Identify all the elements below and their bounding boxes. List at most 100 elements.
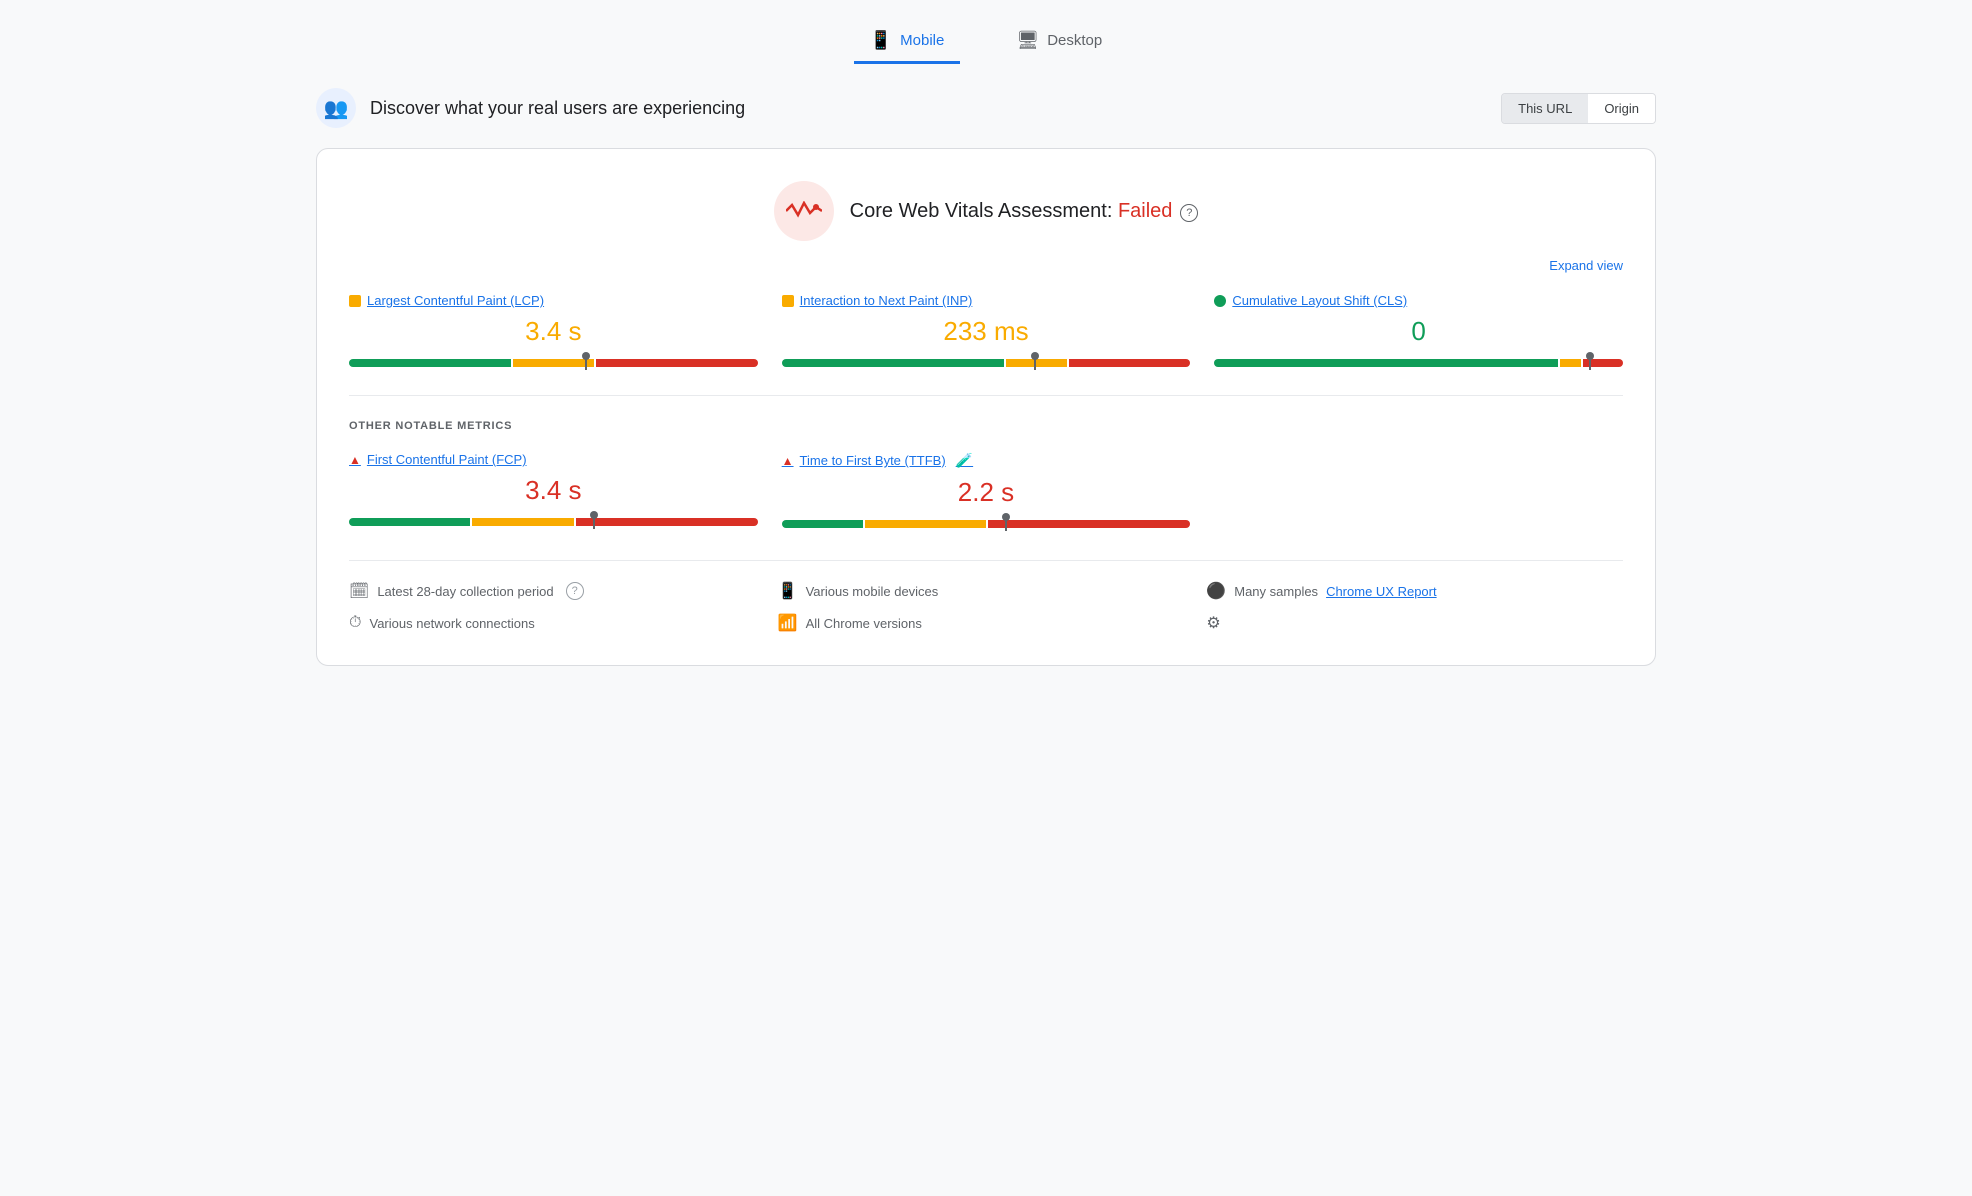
expand-view: Expand view <box>349 257 1623 273</box>
timer-icon: ⏱ <box>349 614 361 632</box>
chrome-ux-report-link[interactable]: Chrome UX Report <box>1326 584 1437 599</box>
metric-ttfb-label[interactable]: ▲ Time to First Byte (TTFB) 🧪 <box>782 452 1191 469</box>
collection-help-icon[interactable]: ? <box>566 582 584 600</box>
cls-bar <box>1214 359 1623 367</box>
flask-icon: 🧪 <box>956 452 973 469</box>
assessment-help-icon[interactable]: ? <box>1180 204 1198 222</box>
footer-samples-text: Many samples <box>1234 584 1318 599</box>
footer-mobile-text: Various mobile devices <box>806 584 939 599</box>
lcp-green <box>349 359 511 367</box>
fcp-track <box>349 518 758 526</box>
inp-red <box>1069 359 1190 367</box>
metric-inp-label[interactable]: Interaction to Next Paint (INP) <box>782 293 1191 308</box>
inp-bar <box>782 359 1191 367</box>
metric-cls-label[interactable]: Cumulative Layout Shift (CLS) <box>1214 293 1623 308</box>
other-metrics-grid: ▲ First Contentful Paint (FCP) 3.4 s ▲ <box>349 452 1623 528</box>
network-icon: 📶 <box>778 613 798 633</box>
ttfb-red <box>988 520 1190 528</box>
tab-bar: 📱 Mobile 🖥 Desktop <box>316 20 1656 64</box>
footer-collection-text: Latest 28-day collection period <box>377 584 553 599</box>
mobile-icon: 📱 <box>870 30 892 51</box>
expand-link[interactable]: Expand view <box>1549 258 1623 273</box>
fcp-marker <box>593 515 595 529</box>
assessment-icon <box>774 181 834 241</box>
cls-green <box>1214 359 1558 367</box>
metric-ttfb: ▲ Time to First Byte (TTFB) 🧪 2.2 s <box>782 452 1191 528</box>
url-toggle: This URL Origin <box>1501 93 1656 124</box>
avatar: 👥 <box>316 88 356 128</box>
cls-marker <box>1589 356 1591 370</box>
mobile-devices-icon: 📱 <box>778 581 798 601</box>
metric-inp: Interaction to Next Paint (INP) 233 ms <box>782 293 1191 367</box>
section-divider <box>349 395 1623 396</box>
lcp-orange <box>513 359 594 367</box>
footer-samples: ⚫ Many samples Chrome UX Report <box>1206 581 1623 601</box>
tab-mobile-label: Mobile <box>900 32 944 49</box>
other-metrics-empty <box>1214 452 1623 528</box>
assessment-title-prefix: Core Web Vitals Assessment: <box>850 200 1118 222</box>
origin-button[interactable]: Origin <box>1588 94 1655 123</box>
footer-chrome-versions: ⚙ <box>1206 613 1623 633</box>
ttfb-track <box>782 520 1191 528</box>
desktop-icon: 🖥 <box>1016 30 1039 51</box>
tab-mobile[interactable]: 📱 Mobile <box>854 20 961 64</box>
metric-cls: Cumulative Layout Shift (CLS) 0 <box>1214 293 1623 367</box>
metric-lcp: Largest Contentful Paint (LCP) 3.4 s <box>349 293 758 367</box>
footer-visit-text: Various network connections <box>369 616 534 631</box>
main-card: Core Web Vitals Assessment: Failed ? Exp… <box>316 148 1656 666</box>
lcp-dot <box>349 295 361 307</box>
tab-desktop-label: Desktop <box>1047 32 1102 49</box>
fcp-red <box>576 518 758 526</box>
fcp-triangle-icon: ▲ <box>349 453 361 467</box>
footer-network: 📶 All Chrome versions <box>778 613 1195 633</box>
metric-fcp-value: 3.4 s <box>349 475 758 506</box>
cls-track <box>1214 359 1623 367</box>
footer-section: 🗓 Latest 28-day collection period ? 📱 Va… <box>349 560 1623 633</box>
metric-fcp-label[interactable]: ▲ First Contentful Paint (FCP) <box>349 452 758 467</box>
assessment-status: Failed <box>1118 200 1172 222</box>
other-metrics-label: OTHER NOTABLE METRICS <box>349 420 1623 432</box>
footer-mobile-devices: 📱 Various mobile devices <box>778 581 1195 601</box>
fcp-bar <box>349 518 758 526</box>
lcp-bar <box>349 359 758 367</box>
fcp-orange <box>472 518 573 526</box>
footer-collection-period: 🗓 Latest 28-day collection period ? <box>349 581 766 601</box>
inp-dot <box>782 295 794 307</box>
inp-green <box>782 359 1005 367</box>
inp-orange <box>1006 359 1067 367</box>
ttfb-triangle-icon: ▲ <box>782 454 794 468</box>
footer-network-text: All Chrome versions <box>806 616 922 631</box>
chrome-icon: ⚙ <box>1206 613 1220 633</box>
footer-visit-durations: ⏱ Various network connections <box>349 613 766 633</box>
calendar-icon: 🗓 <box>349 581 369 601</box>
metric-lcp-label[interactable]: Largest Contentful Paint (LCP) <box>349 293 758 308</box>
cls-orange <box>1560 359 1580 367</box>
inp-track <box>782 359 1191 367</box>
samples-icon: ⚫ <box>1206 581 1226 601</box>
avatar-icon: 👥 <box>324 96 349 121</box>
assessment-title-block: Core Web Vitals Assessment: Failed ? <box>850 200 1199 223</box>
inp-marker <box>1034 356 1036 370</box>
lcp-marker <box>585 356 587 370</box>
lcp-red <box>596 359 758 367</box>
ttfb-marker <box>1005 517 1007 531</box>
fcp-green <box>349 518 470 526</box>
cls-dot <box>1214 295 1226 307</box>
core-metrics-grid: Largest Contentful Paint (LCP) 3.4 s Int… <box>349 293 1623 367</box>
metric-lcp-value: 3.4 s <box>349 316 758 347</box>
metric-fcp: ▲ First Contentful Paint (FCP) 3.4 s <box>349 452 758 528</box>
ttfb-green <box>782 520 863 528</box>
page-title: Discover what your real users are experi… <box>370 98 745 119</box>
ttfb-orange <box>865 520 986 528</box>
tab-desktop[interactable]: 🖥 Desktop <box>1000 20 1118 64</box>
header-left: 👥 Discover what your real users are expe… <box>316 88 745 128</box>
assessment-header: Core Web Vitals Assessment: Failed ? <box>349 181 1623 241</box>
metric-cls-value: 0 <box>1214 316 1623 347</box>
lcp-track <box>349 359 758 367</box>
metric-inp-value: 233 ms <box>782 316 1191 347</box>
header-section: 👥 Discover what your real users are expe… <box>316 88 1656 128</box>
ttfb-bar <box>782 520 1191 528</box>
page-wrapper: 📱 Mobile 🖥 Desktop 👥 Discover what your … <box>286 0 1686 686</box>
metric-ttfb-value: 2.2 s <box>782 477 1191 508</box>
this-url-button[interactable]: This URL <box>1502 94 1588 123</box>
